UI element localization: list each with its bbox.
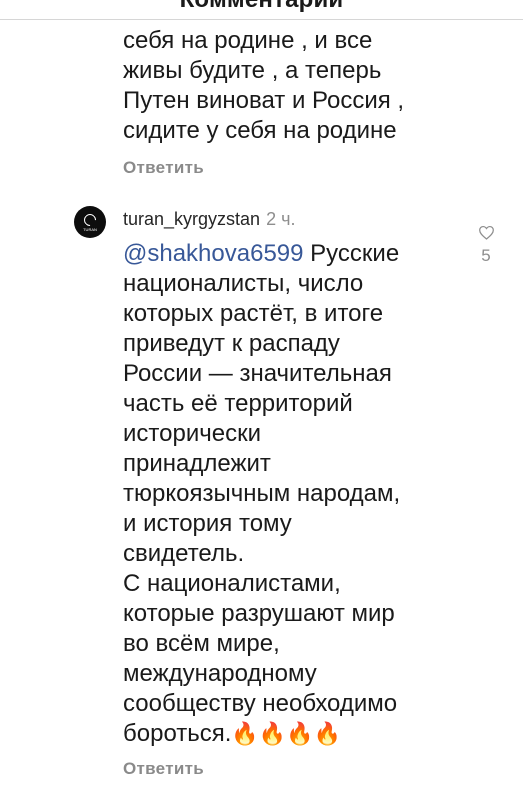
mention-link[interactable]: @shakhova6599 bbox=[123, 240, 304, 267]
comment-body: Русские националисты, число которых раст… bbox=[123, 240, 401, 747]
comment-text: @shakhova6599 Русские националисты, числ… bbox=[123, 239, 463, 749]
fire-emoji: 🔥🔥🔥🔥 bbox=[231, 721, 341, 746]
comment-username[interactable]: turan_kyrgyzstan bbox=[123, 209, 260, 229]
comment-header: turan_kyrgyzstan 2 ч. bbox=[123, 208, 463, 230]
crescent-logo-icon bbox=[81, 211, 99, 229]
comment-timestamp: 2 ч. bbox=[266, 209, 296, 229]
heart-outline-icon bbox=[478, 225, 494, 240]
previous-comment-reply-button[interactable]: Ответить bbox=[123, 158, 513, 178]
like-count: 5 bbox=[481, 246, 491, 265]
avatar-logo-text: TURAN bbox=[83, 227, 97, 232]
page-title: Комментарии bbox=[0, 0, 523, 16]
previous-comment: себя на родине , и все живы будите , а т… bbox=[123, 26, 513, 178]
comment-reply-button[interactable]: Ответить bbox=[123, 759, 463, 779]
header-divider bbox=[0, 19, 523, 20]
avatar[interactable]: TURAN bbox=[74, 206, 106, 238]
comment: turan_kyrgyzstan 2 ч. @shakhova6599 Русск… bbox=[123, 208, 463, 779]
previous-comment-text: себя на родине , и все живы будите , а т… bbox=[123, 27, 405, 144]
like-button[interactable]: 5 bbox=[476, 225, 496, 266]
